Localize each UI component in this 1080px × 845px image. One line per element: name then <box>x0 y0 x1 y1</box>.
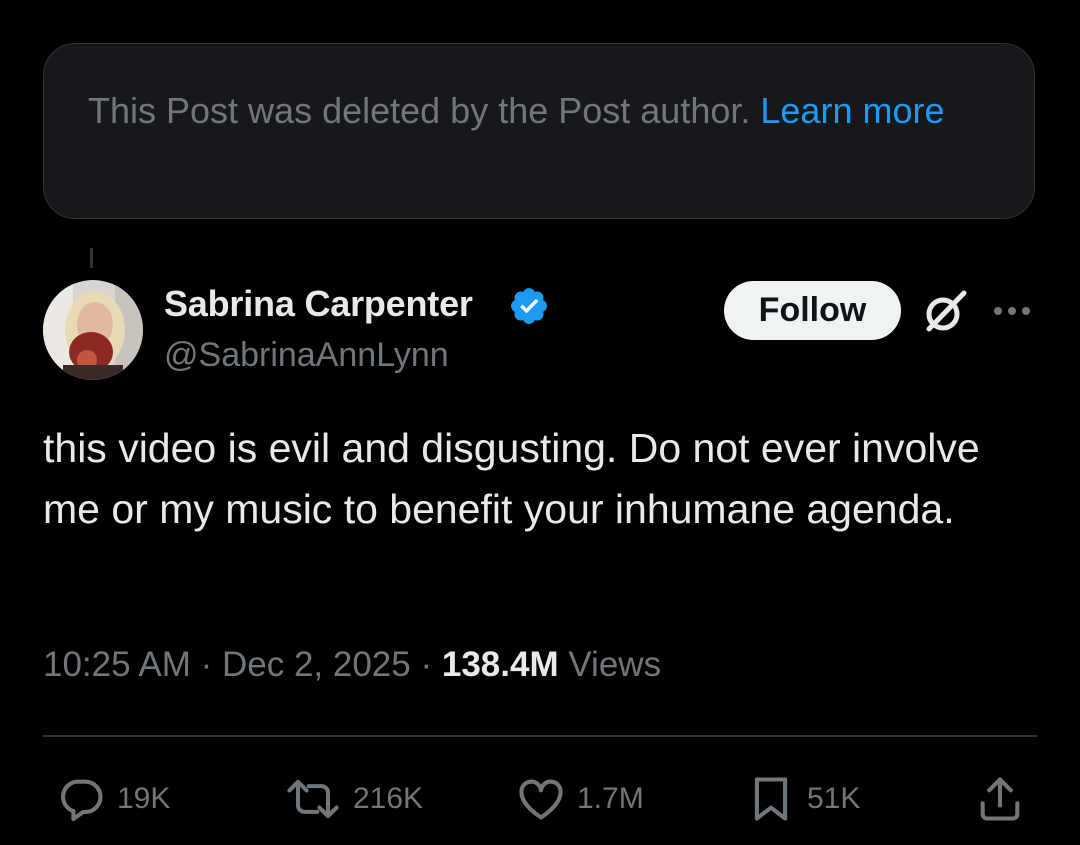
bookmark-icon <box>754 777 788 821</box>
meta-separator: · <box>410 645 442 684</box>
like-button[interactable]: 1.7M <box>515 773 644 825</box>
views-count: 138.4M <box>441 645 559 684</box>
reply-button[interactable]: 19K <box>55 773 170 825</box>
more-options-icon[interactable] <box>990 298 1034 324</box>
post-time[interactable]: 10:25 AM <box>43 645 191 684</box>
views-label: Views <box>558 645 662 684</box>
share-icon <box>980 777 1020 821</box>
repost-count: 216K <box>353 782 424 815</box>
share-button[interactable] <box>974 773 1026 825</box>
post-date[interactable]: Dec 2, 2025 <box>222 645 411 684</box>
author-display-name[interactable]: Sabrina Carpenter <box>164 283 473 325</box>
learn-more-link[interactable]: Learn more <box>760 90 944 131</box>
heart-icon <box>519 779 563 820</box>
reply-count: 19K <box>117 782 171 815</box>
grok-icon[interactable] <box>920 287 970 337</box>
bookmark-button[interactable]: 51K <box>745 773 860 825</box>
post-metadata: 10:25 AM · Dec 2, 2025 · 138.4M Views <box>43 645 661 685</box>
like-count: 1.7M <box>577 782 644 815</box>
thread-connector-line <box>90 248 93 268</box>
divider <box>43 735 1037 737</box>
author-handle[interactable]: @SabrinaAnnLynn <box>164 336 449 375</box>
follow-button[interactable]: Follow <box>724 281 901 340</box>
reply-icon <box>61 779 103 821</box>
meta-separator: · <box>190 645 222 684</box>
repost-button[interactable]: 216K <box>283 773 423 825</box>
verified-badge-icon <box>511 288 547 324</box>
avatar[interactable] <box>43 280 143 380</box>
post-text: this video is evil and disgusting. Do no… <box>43 425 980 532</box>
bookmark-count: 51K <box>807 782 861 815</box>
repost-icon <box>287 779 339 819</box>
deleted-post-notice: This Post was deleted by the Post author… <box>43 43 1035 219</box>
deleted-notice-text: This Post was deleted by the Post author… <box>88 90 761 131</box>
